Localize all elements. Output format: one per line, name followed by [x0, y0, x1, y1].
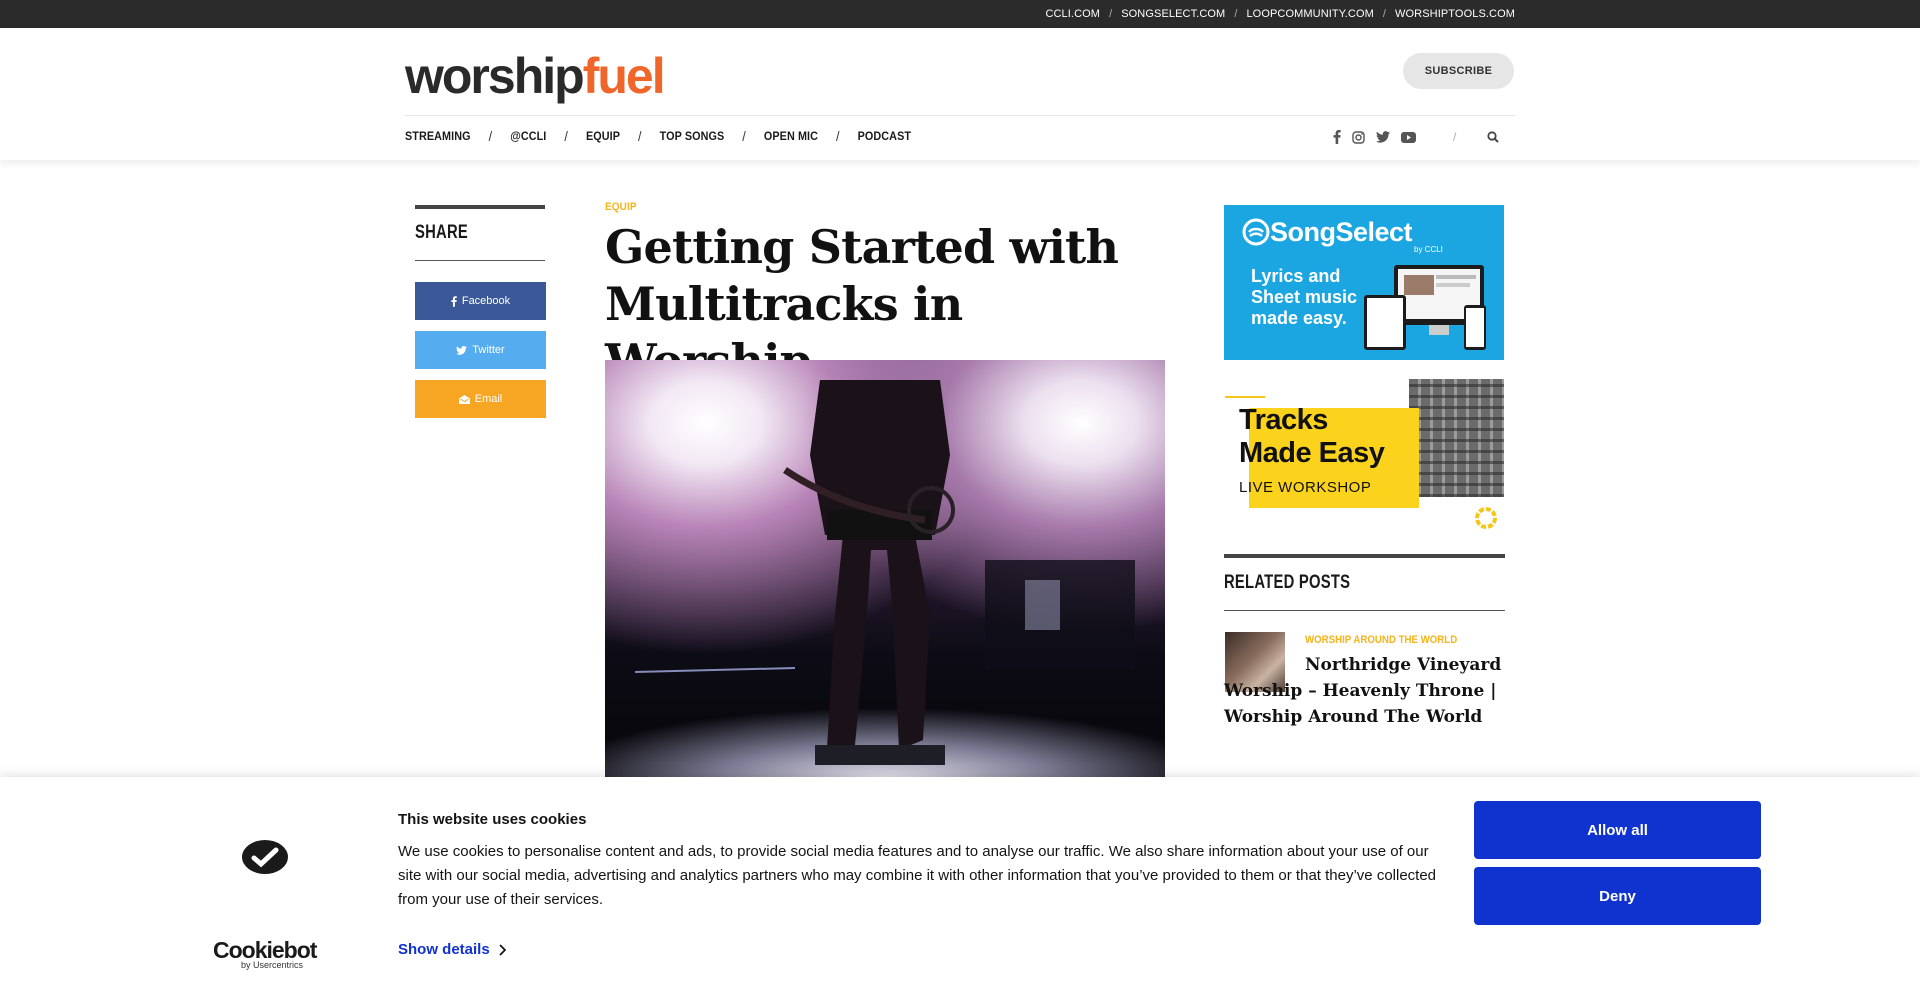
link-songselect[interactable]: SONGSELECT.COM: [1121, 8, 1225, 20]
nav-item-ccli[interactable]: @CCLI: [510, 129, 546, 143]
top-bar: CCLI.COM / SONGSELECT.COM / LOOPCOMMUNIT…: [0, 0, 1920, 28]
logo-part-fuel: fuel: [582, 48, 666, 104]
logo-part-worship: worship: [405, 48, 585, 104]
nav-separator: /: [742, 128, 746, 144]
ad-subline: LIVE WORKSHOP: [1239, 479, 1372, 496]
site-header: worshipfuel SUBSCRIBE STREAMING / @CCLI …: [0, 28, 1920, 160]
search-icon[interactable]: [1487, 131, 1500, 143]
nav-item-podcast[interactable]: PODCAST: [858, 129, 911, 143]
site-logo[interactable]: worshipfuel: [405, 46, 666, 106]
tagline-line: Sheet music: [1251, 287, 1358, 307]
chevron-right-icon: [499, 943, 506, 956]
share-heading: SHARE: [415, 222, 469, 243]
songselect-brand-sub: by CCLI: [1414, 245, 1443, 254]
youtube-icon[interactable]: [1401, 131, 1416, 143]
ad-headline: Tracks Made Easy: [1239, 404, 1385, 470]
tagline-line: made easy.: [1251, 308, 1347, 328]
participants-grid-overlay: [1409, 379, 1504, 497]
header-divider: [405, 115, 1515, 116]
share-twitter-button[interactable]: Twitter: [415, 331, 546, 369]
facebook-icon: [451, 295, 457, 307]
link-loopcommunity[interactable]: LOOPCOMMUNITY.COM: [1246, 8, 1373, 20]
nav-separator: /: [564, 128, 568, 144]
headline-line: Tracks: [1239, 404, 1328, 436]
instagram-icon[interactable]: [1352, 130, 1365, 144]
link-worshiptools[interactable]: WORSHIPTOOLS.COM: [1395, 8, 1515, 20]
tagline-line: Lyrics and: [1251, 266, 1341, 286]
article-hero-image: [605, 360, 1165, 780]
cookie-title: This website uses cookies: [398, 811, 587, 828]
share-email-label: Email: [474, 393, 503, 405]
songselect-tagline: Lyrics and Sheet music made easy.: [1251, 266, 1357, 329]
share-top-rule: [415, 205, 545, 209]
related-posts-heading: RELATED POSTS: [1224, 572, 1351, 593]
show-details-link[interactable]: Show details: [398, 941, 506, 958]
devices-illustration: [1364, 265, 1486, 350]
nav-item-equip[interactable]: EQUIP: [586, 129, 620, 143]
tracks-workshop-ad[interactable]: Tracks Made Easy LIVE WORKSHOP: [1224, 379, 1504, 529]
share-twitter-label: Twitter: [472, 344, 505, 356]
cookie-body: We use cookies to personalise content an…: [398, 843, 1437, 908]
cookiebot-brand-sub: by Usercentrics: [241, 960, 304, 970]
related-post-title[interactable]: Northridge Vineyard Worship – Heavenly T…: [1224, 652, 1505, 730]
share-divider: [415, 260, 545, 261]
twitter-icon: [456, 345, 468, 355]
songselect-ad[interactable]: SongSelect by CCLI Lyrics and Sheet musi…: [1224, 205, 1504, 360]
link-ccli[interactable]: CCLI.COM: [1045, 8, 1100, 20]
share-email-button[interactable]: Email: [415, 380, 546, 418]
twitter-icon[interactable]: [1376, 131, 1390, 143]
separator: /: [1382, 8, 1387, 20]
deny-button[interactable]: Deny: [1474, 867, 1761, 925]
share-facebook-label: Facebook: [461, 295, 511, 307]
related-top-rule: [1224, 554, 1505, 558]
social-separator: /: [1453, 130, 1457, 144]
nav-separator: /: [638, 128, 642, 144]
separator: /: [1234, 8, 1238, 20]
share-facebook-button[interactable]: Facebook: [415, 282, 546, 320]
nav-separator: /: [488, 128, 493, 144]
related-divider: [1224, 610, 1505, 611]
cookiebot-mark-icon: [242, 840, 288, 874]
facebook-icon[interactable]: [1333, 130, 1341, 144]
ad-accent-line: [1225, 396, 1265, 398]
ad-badge-icon: [1475, 507, 1497, 529]
songselect-brand: SongSelect: [1270, 217, 1413, 247]
allow-all-button[interactable]: Allow all: [1474, 801, 1761, 859]
related-post-category[interactable]: WORSHIP AROUND THE WORLD: [1305, 634, 1457, 646]
nav-item-open-mic[interactable]: OPEN MIC: [764, 129, 818, 143]
network-links: CCLI.COM / SONGSELECT.COM / LOOPCOMMUNIT…: [1045, 0, 1515, 28]
nav-item-top-songs[interactable]: TOP SONGS: [660, 129, 725, 143]
separator: /: [1109, 8, 1113, 20]
subscribe-button[interactable]: SUBSCRIBE: [1403, 53, 1514, 89]
show-details-label: Show details: [398, 941, 490, 958]
headline-line: Made Easy: [1239, 437, 1385, 469]
envelope-icon: [458, 394, 470, 404]
songselect-logo-icon: [1242, 218, 1270, 246]
article-category[interactable]: EQUIP: [605, 201, 637, 213]
nav-separator: /: [836, 128, 840, 144]
cookie-banner: Cookiebot by Usercentrics This website u…: [0, 777, 1920, 993]
main-nav: STREAMING / @CCLI / EQUIP / TOP SONGS / …: [405, 126, 911, 146]
social-links: /: [1333, 127, 1500, 147]
nav-item-streaming[interactable]: STREAMING: [405, 129, 471, 143]
